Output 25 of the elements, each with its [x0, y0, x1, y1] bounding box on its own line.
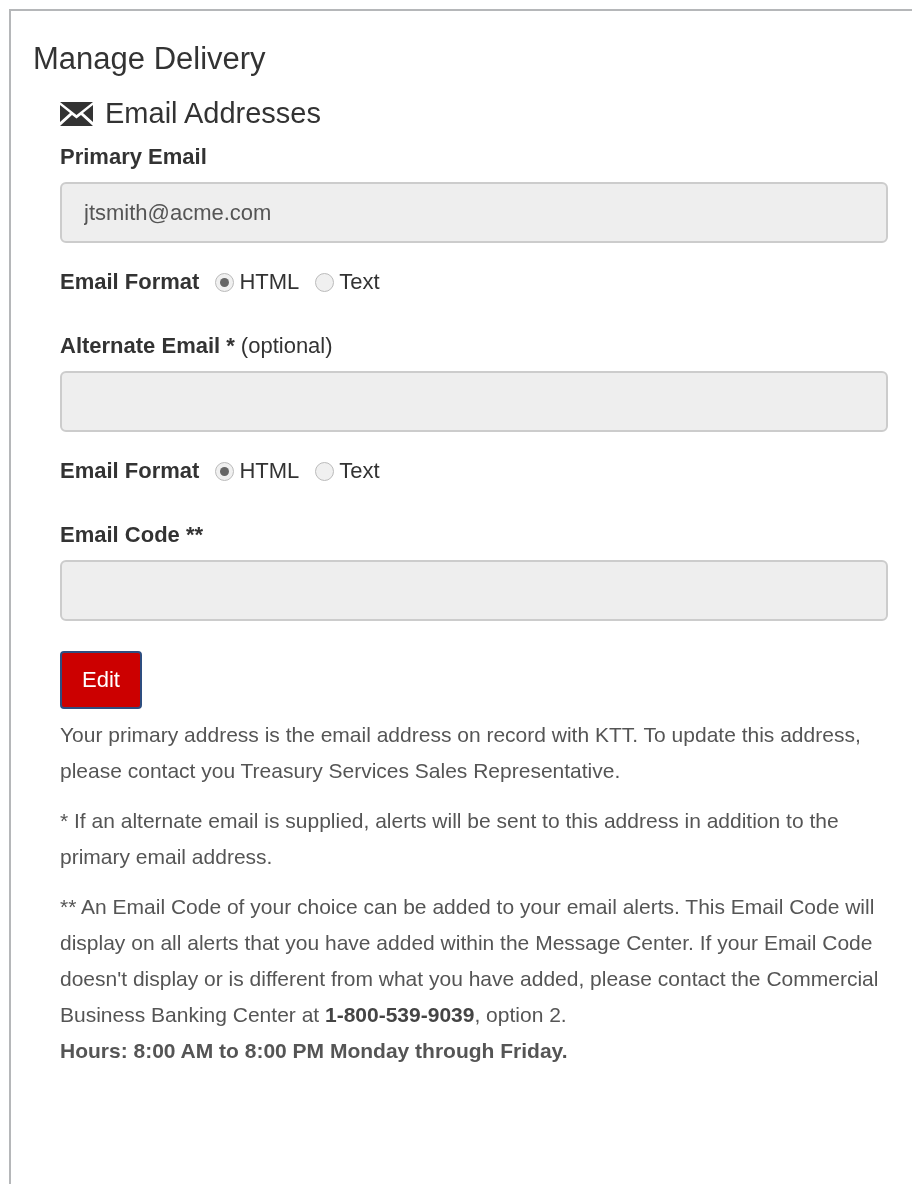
- format-label: Email Format: [60, 269, 200, 295]
- field-label: Email Code **: [60, 522, 204, 548]
- email-field[interactable]: [60, 560, 888, 621]
- field-label: Alternate Email *: [60, 333, 235, 359]
- note-text: Your primary address is the email address on record with KTT. To update this address, please contact you Treasury Services Sales Representative.: [60, 722, 862, 784]
- section-title: Email Addresses: [105, 97, 321, 130]
- hours-text: Hours: 8:00 AM to 8:00 PM Monday through Friday.: [60, 1038, 569, 1064]
- envelope-icon: [60, 101, 93, 126]
- radio-icon[interactable]: [315, 461, 335, 481]
- radio-icon[interactable]: [215, 272, 235, 292]
- note-text: ** An Email Code of your choice can be added to your email alerts. This Email Code will display on all alerts that you have added within the Message Center. If your Email Code doesn't display or is different from what you have added, please contact the Commercial Business Banking Center at 1-800-539-9039, option 2.: [60, 894, 880, 1028]
- edit-button[interactable]: Edit: [60, 651, 142, 709]
- format-radio[interactable]: HTML: [215, 458, 300, 484]
- format-radio[interactable]: HTML: [215, 269, 300, 295]
- field-hint: (optional): [240, 333, 333, 359]
- radio-icon[interactable]: [315, 272, 335, 292]
- format-radio[interactable]: Text: [315, 269, 380, 295]
- note-text: * If an alternate email is supplied, alerts will be sent to this address in addition to the primary email address.: [60, 808, 840, 870]
- panel-title: Manage Delivery: [33, 41, 267, 77]
- email-field[interactable]: jtsmith@acme.com: [60, 182, 888, 243]
- format-radio[interactable]: Text: [315, 458, 380, 484]
- email-field[interactable]: [60, 371, 888, 432]
- radio-icon[interactable]: [215, 461, 235, 481]
- format-label: Email Format: [60, 458, 200, 484]
- field-label: Primary Email: [60, 144, 207, 170]
